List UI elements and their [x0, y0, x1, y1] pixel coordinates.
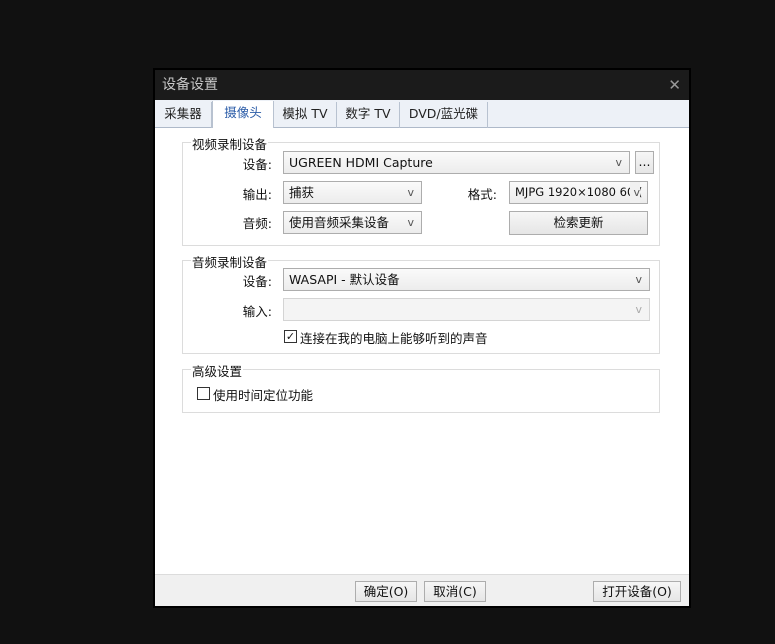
title-bar[interactable]: 设备设置 ✕ [155, 70, 689, 100]
audio-source-value: 使用音频采集设备 [289, 215, 390, 230]
ok-button[interactable]: 确定(O) [355, 581, 417, 602]
chevron-down-icon: v [635, 303, 642, 316]
dialog-footer: 确定(O) 取消(C) 打开设备(O) [155, 574, 689, 606]
audio-device-select[interactable]: WASAPI - 默认设备 v [283, 268, 650, 291]
open-device-button[interactable]: 打开设备(O) [593, 581, 681, 602]
audio-device-label: 设备: [242, 274, 272, 289]
audio-device-value: WASAPI - 默认设备 [289, 272, 400, 287]
timeshift-label[interactable]: 使用时间定位功能 [213, 385, 313, 404]
loopback-checkbox[interactable]: ✓ [284, 330, 297, 343]
output-label: 输出: [242, 187, 272, 202]
tab-camera[interactable]: 摄像头 [212, 101, 274, 128]
more-button[interactable]: ... [635, 151, 654, 174]
loopback-label[interactable]: 连接在我的电脑上能够听到的声音 [300, 328, 488, 347]
check-icon: ✓ [285, 330, 296, 343]
video-device-select[interactable]: UGREEN HDMI Capture v [283, 151, 630, 174]
audio-group-legend: 音频录制设备 [191, 252, 269, 271]
chevron-down-icon: v [635, 273, 642, 286]
audio-source-label: 音频: [242, 216, 272, 231]
tab-bar: 采集器 摄像头 模拟 TV 数字 TV DVD/蓝光碟 [155, 100, 689, 128]
tab-capture[interactable]: 采集器 [155, 102, 212, 128]
audio-input-select[interactable]: v [283, 298, 650, 321]
format-value: MJPG 1920×1080 60.( [515, 185, 643, 199]
video-group-legend: 视频录制设备 [191, 134, 269, 153]
dialog-title: 设备设置 [162, 77, 218, 93]
chevron-down-icon: v [407, 186, 414, 199]
device-settings-dialog: 设备设置 ✕ 采集器 摄像头 模拟 TV 数字 TV DVD/蓝光碟 视频录制设… [153, 68, 691, 608]
video-device-value: UGREEN HDMI Capture [289, 155, 433, 170]
tab-digital-tv[interactable]: 数字 TV [337, 102, 400, 128]
timeshift-checkbox[interactable] [197, 387, 210, 400]
advanced-group-legend: 高级设置 [191, 361, 244, 380]
chevron-down-icon: v [407, 216, 414, 229]
close-icon[interactable]: ✕ [668, 70, 681, 100]
chevron-down-icon: v [630, 182, 640, 203]
format-label: 格式: [467, 187, 497, 202]
audio-source-select[interactable]: 使用音频采集设备 v [283, 211, 422, 234]
video-device-label: 设备: [242, 157, 272, 172]
tab-analog-tv[interactable]: 模拟 TV [274, 102, 337, 128]
output-select[interactable]: 捕获 v [283, 181, 422, 204]
cancel-button[interactable]: 取消(C) [424, 581, 486, 602]
output-value: 捕获 [289, 185, 315, 200]
tab-dvd-bluray[interactable]: DVD/蓝光碟 [400, 102, 488, 128]
format-select[interactable]: MJPG 1920×1080 60.( v [509, 181, 648, 204]
audio-input-label: 输入: [242, 304, 272, 319]
refresh-button[interactable]: 检索更新 [509, 211, 648, 235]
chevron-down-icon: v [615, 156, 622, 169]
